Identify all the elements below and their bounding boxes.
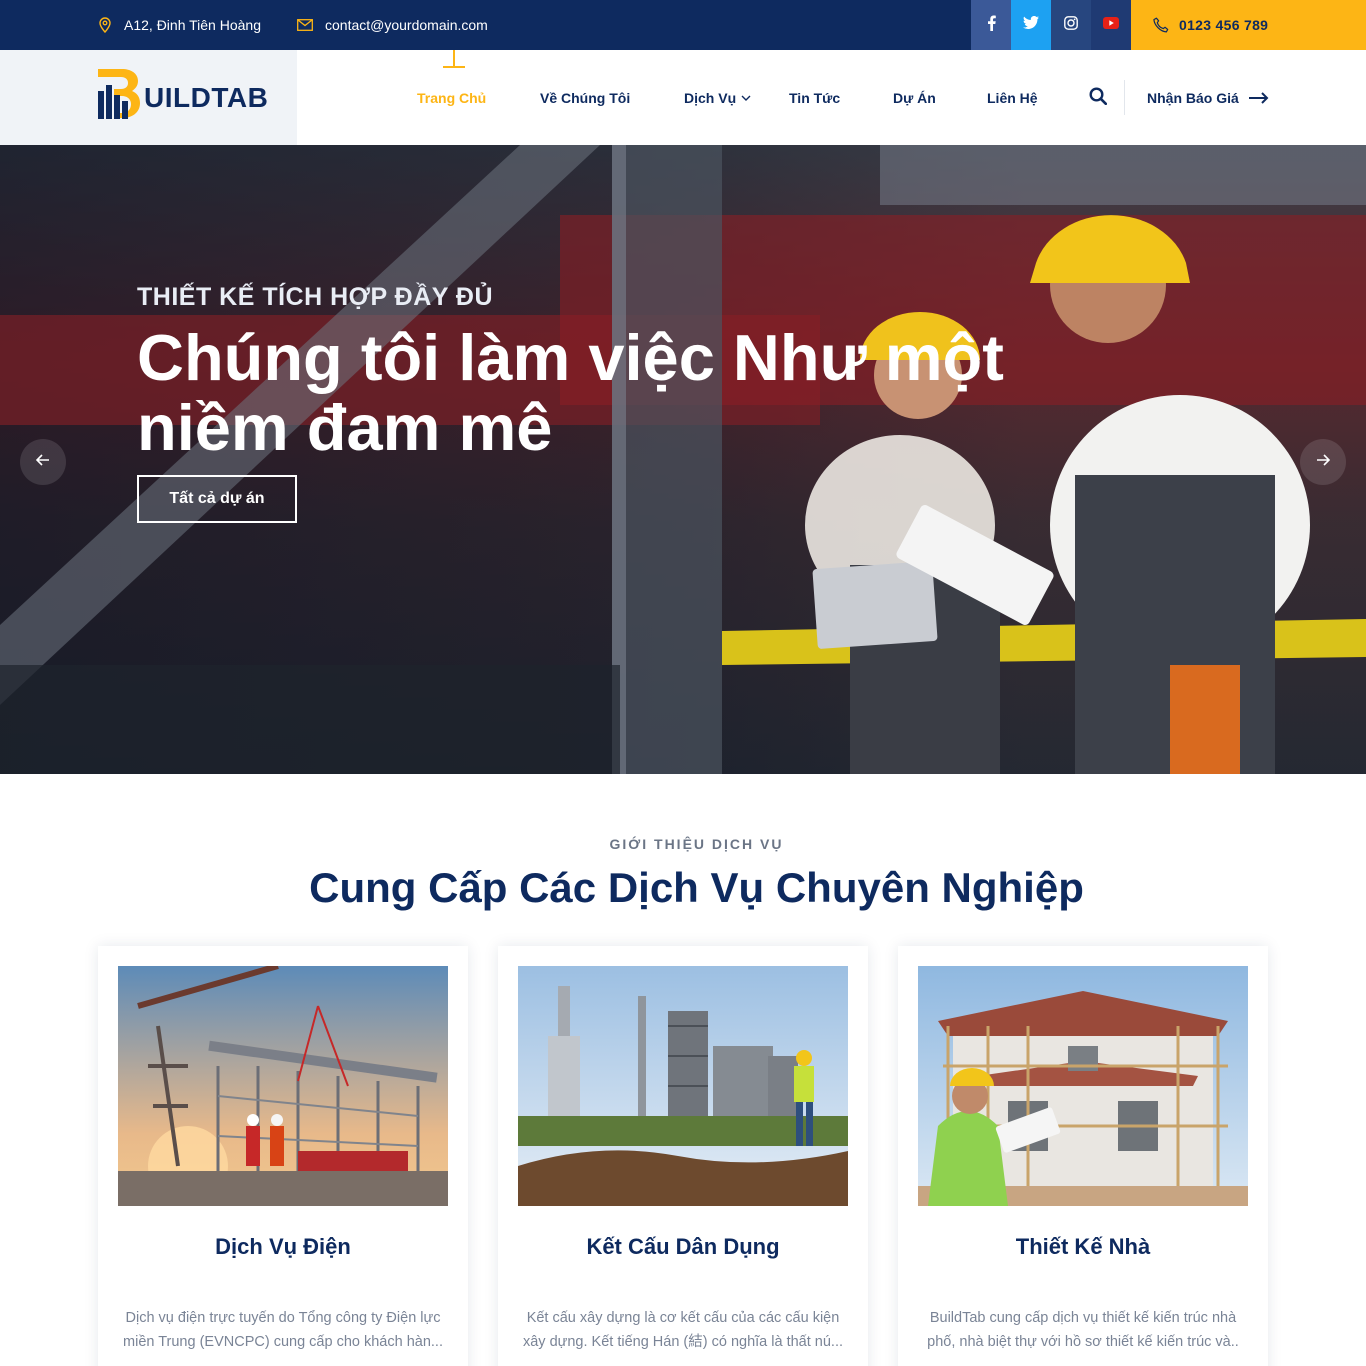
chevron-down-icon — [741, 95, 751, 101]
logo-text: UILDTAB — [144, 81, 269, 113]
hero-kicker: THIẾT KẾ TÍCH HỢP ĐẦY ĐỦ — [137, 283, 494, 311]
services-kicker: GIỚI THIỆU DỊCH VỤ — [609, 836, 784, 852]
top-bar: A12, Đinh Tiên Hoàng contact@yourdomain.… — [0, 0, 1366, 50]
slider-prev-button[interactable] — [20, 439, 66, 485]
search-icon — [1089, 87, 1108, 108]
twitter-icon — [1023, 15, 1039, 34]
nav-item-home[interactable]: Trang Chủ — [417, 50, 486, 145]
instagram-button[interactable] — [1051, 0, 1091, 50]
mail-icon — [297, 19, 313, 31]
address-text: A12, Đinh Tiên Hoàng — [124, 17, 261, 33]
nav-divider — [1124, 80, 1125, 115]
services-title: Cung Cấp Các Dịch Vụ Chuyên Nghiệp — [309, 864, 1084, 911]
youtube-button[interactable] — [1091, 0, 1131, 50]
service-card-desc: Kết cấu xây dựng là cơ kết cấu của các c… — [522, 1310, 844, 1350]
get-quote-button[interactable]: Nhận Báo Giá — [1147, 50, 1269, 145]
service-card-title[interactable]: Dịch Vụ Điện — [98, 1234, 468, 1260]
arrow-right-icon — [1316, 453, 1331, 471]
hero-slider: THIẾT KẾ TÍCH HỢP ĐẦY ĐỦ Chúng tôi làm v… — [0, 145, 1366, 774]
service-card-image — [518, 966, 848, 1206]
service-card[interactable]: Kết Cấu Dân Dụng Kết cấu xây dựng là cơ … — [498, 946, 868, 1366]
service-card-image — [118, 966, 448, 1206]
location-pin-icon — [98, 17, 112, 33]
main-header: UILDTAB Trang Chủ Về Chúng Tôi Dịch Vụ T… — [0, 50, 1366, 145]
address-info: A12, Đinh Tiên Hoàng — [98, 0, 261, 50]
service-card-title[interactable]: Thiết Kế Nhà — [898, 1234, 1268, 1260]
nav-item-projects[interactable]: Dự Án — [893, 50, 936, 145]
service-card[interactable]: Thiết Kế Nhà BuildTab cung cấp dịch vụ t… — [898, 946, 1268, 1366]
instagram-icon — [1064, 15, 1078, 35]
service-card-image — [918, 966, 1248, 1206]
service-card-desc: Dịch vụ điện trực tuyến do Tổng công ty … — [123, 1310, 443, 1350]
arrow-left-icon — [35, 453, 50, 471]
email-text[interactable]: contact@yourdomain.com — [325, 17, 488, 33]
phone-number[interactable]: 0123 456 789 — [1179, 17, 1268, 33]
facebook-button[interactable] — [971, 0, 1011, 50]
nav-item-contact[interactable]: Liên Hệ — [987, 50, 1038, 145]
slider-next-button[interactable] — [1300, 439, 1346, 485]
youtube-icon — [1103, 16, 1119, 34]
twitter-button[interactable] — [1011, 0, 1051, 50]
email-info[interactable]: contact@yourdomain.com — [297, 0, 488, 50]
nav-item-news[interactable]: Tin Tức — [789, 50, 840, 145]
nav-item-services[interactable]: Dịch Vụ — [684, 50, 751, 145]
nav-item-about[interactable]: Về Chúng Tôi — [540, 50, 630, 145]
all-projects-button[interactable]: Tất cả dự án — [137, 475, 297, 523]
service-card-title[interactable]: Kết Cấu Dân Dụng — [498, 1234, 868, 1260]
logo[interactable]: UILDTAB — [0, 50, 297, 145]
phone-contact[interactable]: 0123 456 789 — [1131, 0, 1366, 50]
arrow-right-icon — [1248, 91, 1269, 104]
search-button[interactable] — [1089, 50, 1108, 145]
logo-mark-icon — [96, 69, 140, 126]
hero-title: Chúng tôi làm việc Như một niềm đam mê — [137, 321, 1004, 464]
service-card-desc: BuildTab cung cấp dịch vụ thiết kế kiến … — [927, 1310, 1239, 1350]
phone-icon — [1153, 17, 1169, 33]
service-card[interactable]: Dịch Vụ Điện Dịch vụ điện trực tuyến do … — [98, 946, 468, 1366]
facebook-icon — [987, 15, 996, 36]
